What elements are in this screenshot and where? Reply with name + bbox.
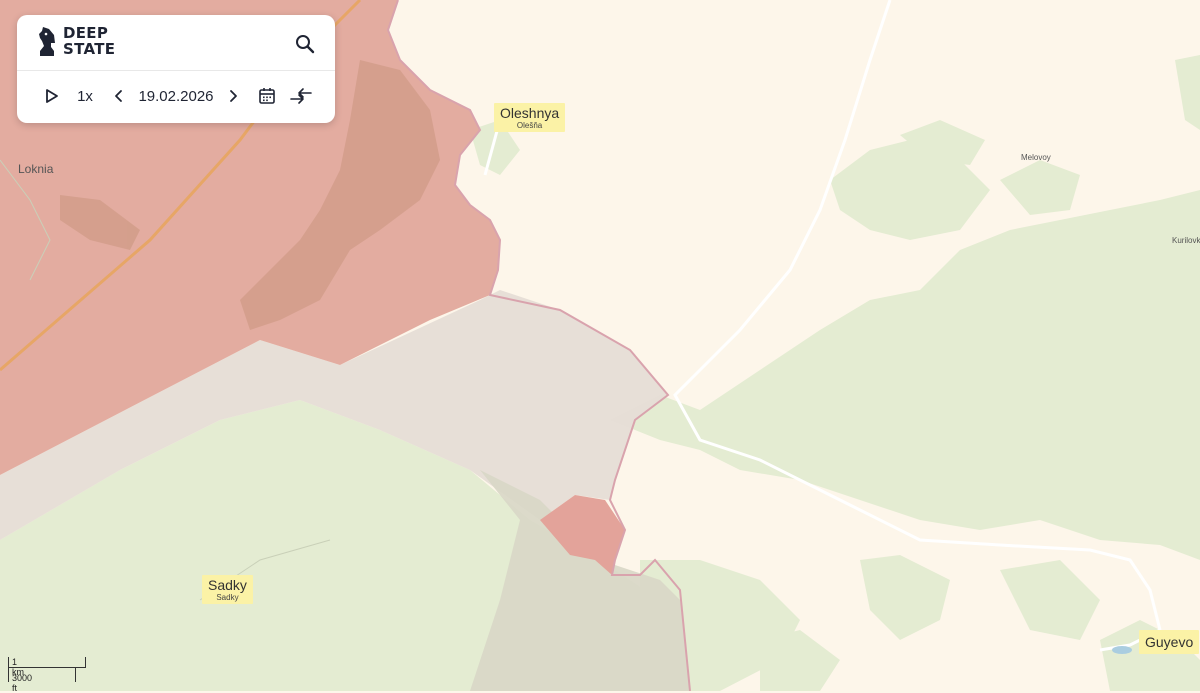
chevron-right-icon [230,90,237,102]
place-label-kurilovka[interactable]: Kurilovk [1172,236,1200,245]
place-label-oleshnya[interactable]: Oleshnya Olešňa [494,103,566,132]
speed-button[interactable]: 1x [73,75,97,117]
place-label-loknia[interactable]: Loknia [18,162,53,176]
search-button[interactable] [293,32,317,56]
timeline-controls: 1x 19.02.2026 [17,75,335,117]
chess-knight-logo-icon [39,27,55,56]
lake [1112,646,1132,654]
play-icon [46,89,58,103]
place-subname: Olešňa [516,121,543,130]
place-name: Oleshnya [500,105,560,121]
compare-arrows-icon [290,88,312,104]
compare-button[interactable] [288,75,314,117]
place-name: Sadky [208,577,247,593]
next-date-button[interactable] [223,75,243,117]
brand-logo[interactable]: DEEP STATE [37,25,115,57]
calendar-button[interactable] [255,75,279,117]
place-name: Guyevo [1145,634,1194,650]
brand-line1: DEEP [63,24,109,42]
calendar-icon [259,88,275,104]
play-button[interactable] [41,75,63,117]
brand-name: DEEP STATE [63,25,115,57]
place-label-sadky[interactable]: Sadky Sadky [202,575,253,604]
previous-date-button[interactable] [109,75,129,117]
place-subname: Sadky [216,593,239,602]
chevron-left-icon [115,90,122,102]
brand-line2: STATE [63,40,116,58]
search-icon [296,35,315,54]
current-date[interactable]: 19.02.2026 [137,75,215,117]
place-label-melovoy[interactable]: Melovoy [1021,153,1051,162]
control-panel: DEEP STATE 1x 19.02.2026 [17,15,335,123]
scale-imperial-label: 3000 ft [12,673,33,693]
place-label-guyevo[interactable]: Guyevo [1139,630,1200,654]
panel-divider [17,70,335,71]
